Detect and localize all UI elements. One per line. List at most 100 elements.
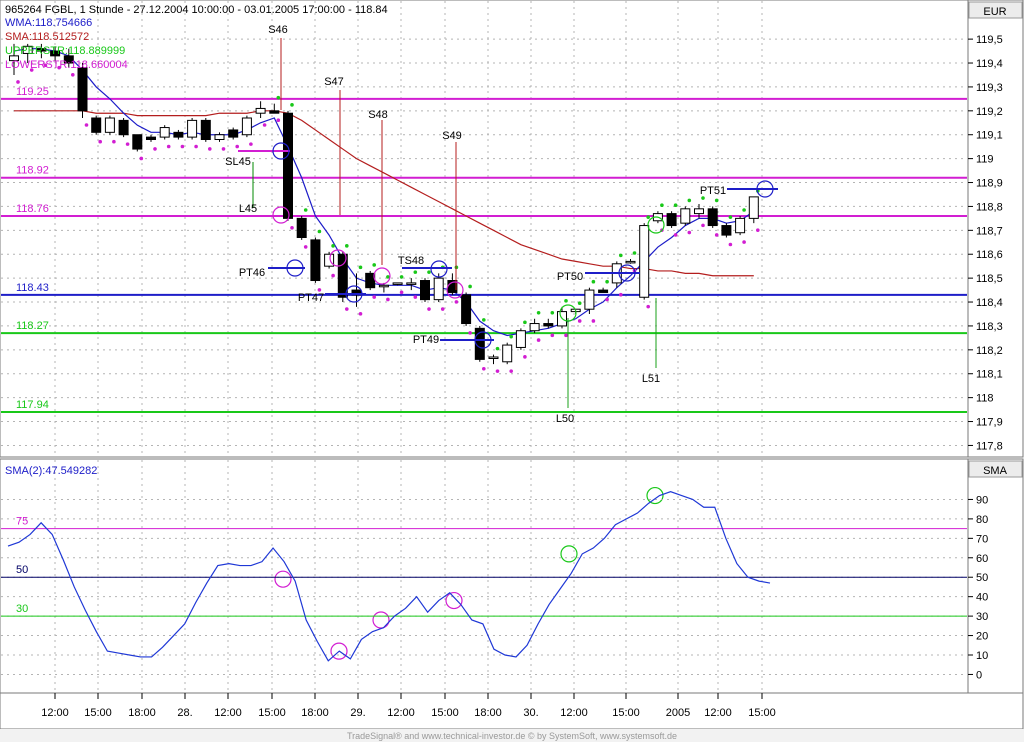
lower-stop-dot xyxy=(262,123,267,127)
upper-stop-dot xyxy=(728,215,733,219)
osc-tick-label: 30 xyxy=(976,611,988,623)
oscillator-title: SMA(2):47.549282 xyxy=(5,465,97,477)
price-tick-label: 118,6 xyxy=(976,249,1003,261)
osc-tick-label: 0 xyxy=(976,669,982,681)
candle-body-down xyxy=(543,323,554,327)
lower-stop-dot xyxy=(714,233,719,237)
annotation-label: L50 xyxy=(556,413,574,425)
candle-body-up xyxy=(529,323,540,332)
candle-body-down xyxy=(461,294,472,325)
time-tick-label: 2005 xyxy=(666,707,690,719)
candle xyxy=(200,117,211,142)
time-tick-label: 28. xyxy=(177,707,192,719)
time-tick-label: 18:00 xyxy=(474,707,502,719)
candle-body-down xyxy=(707,208,718,227)
lower-stop-dot xyxy=(139,156,144,161)
time-tick-label: 15:00 xyxy=(84,707,112,719)
lower-stop-dot xyxy=(290,225,294,230)
candle-body-up xyxy=(406,282,417,285)
candle xyxy=(420,278,430,303)
annotation-label: PT46 xyxy=(239,267,265,279)
price-tick-label: 119 xyxy=(976,154,994,166)
lower-stop-dot xyxy=(221,147,226,151)
price-panel xyxy=(0,0,969,458)
lower-stop-dot xyxy=(194,144,198,149)
lower-stop-dot xyxy=(509,369,513,373)
level-label: 117.94 xyxy=(16,399,49,411)
lower-stop-dot xyxy=(331,273,335,278)
osc-tick-label: 40 xyxy=(976,592,988,604)
upper-stop-dot xyxy=(564,299,568,303)
lower-stop-dot xyxy=(399,290,404,295)
candle xyxy=(433,273,444,303)
lower-stop-dot xyxy=(619,292,623,297)
lower-stop-dot xyxy=(577,319,582,323)
price-tick-label: 119,3 xyxy=(976,82,1003,94)
osc-tick-label: 60 xyxy=(976,553,988,565)
candle-body-up xyxy=(680,208,691,224)
annotation-label: S47 xyxy=(324,76,344,88)
price-tick-label: 119,1 xyxy=(976,130,1003,142)
time-tick-label: 15:00 xyxy=(612,707,640,719)
sma-legend: SMA:118.512572 xyxy=(5,31,89,43)
price-tick-label: 118,1 xyxy=(976,369,1003,381)
oscillator-panel xyxy=(0,458,969,694)
lower-stop-dot xyxy=(71,73,75,77)
price-tick-label: 118,5 xyxy=(976,273,1003,285)
time-tick-label: 30. xyxy=(523,707,538,719)
candle-body-down xyxy=(118,119,129,136)
candle-body-down xyxy=(173,131,184,138)
lower-stop-legend: LOWERSTR:118.660004 xyxy=(5,59,128,71)
lower-stop-dot xyxy=(605,297,609,302)
upper-stop-dot xyxy=(632,251,637,255)
lower-stop-dot xyxy=(358,312,363,316)
candle-body-up xyxy=(694,208,704,215)
candle xyxy=(187,117,198,140)
upper-stop-dot xyxy=(413,270,418,274)
candle-body-down xyxy=(666,213,677,227)
price-tick-label: 118,9 xyxy=(976,178,1003,190)
lower-stop-dot xyxy=(166,144,171,149)
time-tick-label: 15:00 xyxy=(431,707,459,719)
candle-body-down xyxy=(283,112,293,219)
time-tick-label: 18:00 xyxy=(128,707,156,719)
lower-stop-dot xyxy=(112,139,116,144)
annotation-label: PT49 xyxy=(413,334,439,346)
lower-stop-dot xyxy=(427,307,431,311)
lower-stop-dot xyxy=(16,80,20,84)
candle xyxy=(324,251,335,269)
annotation-label: L51 xyxy=(642,373,660,385)
time-tick-label: 12:00 xyxy=(560,707,588,719)
lower-stop-dot xyxy=(276,118,281,123)
price-tick-label: 118,4 xyxy=(976,297,1003,309)
candle-body-up xyxy=(392,282,403,285)
lower-stop-dot xyxy=(550,333,555,338)
candle xyxy=(365,270,376,291)
osc-tick-label: 80 xyxy=(976,514,988,526)
upper-stop-dot xyxy=(276,95,281,100)
candle xyxy=(104,115,115,135)
upper-stop-dot xyxy=(468,284,472,289)
candle xyxy=(91,115,102,135)
indicator-name-label: SMA xyxy=(983,465,1008,477)
candle xyxy=(680,206,691,226)
candle xyxy=(77,63,88,118)
upper-stop-dot xyxy=(536,310,541,315)
upper-stop-dot xyxy=(290,103,294,107)
candle-body-down xyxy=(132,134,143,150)
lower-stop-dot xyxy=(386,297,390,302)
upper-stop-dot xyxy=(714,198,719,203)
candle-body-up xyxy=(187,119,198,138)
upper-stop-dot xyxy=(550,310,555,315)
annotation-label: S49 xyxy=(442,130,462,142)
candle xyxy=(283,110,293,221)
candle-body-down xyxy=(420,280,430,301)
candle-body-up xyxy=(584,289,595,310)
lower-stop-dot xyxy=(153,147,157,151)
annotation-label: S46 xyxy=(268,24,288,36)
price-tick-label: 119,2 xyxy=(976,106,1003,118)
annotation-label: PT51 xyxy=(700,185,726,197)
candle-body-up xyxy=(515,330,526,348)
lower-stop-dot xyxy=(208,147,212,151)
candle-body-up xyxy=(748,196,759,219)
